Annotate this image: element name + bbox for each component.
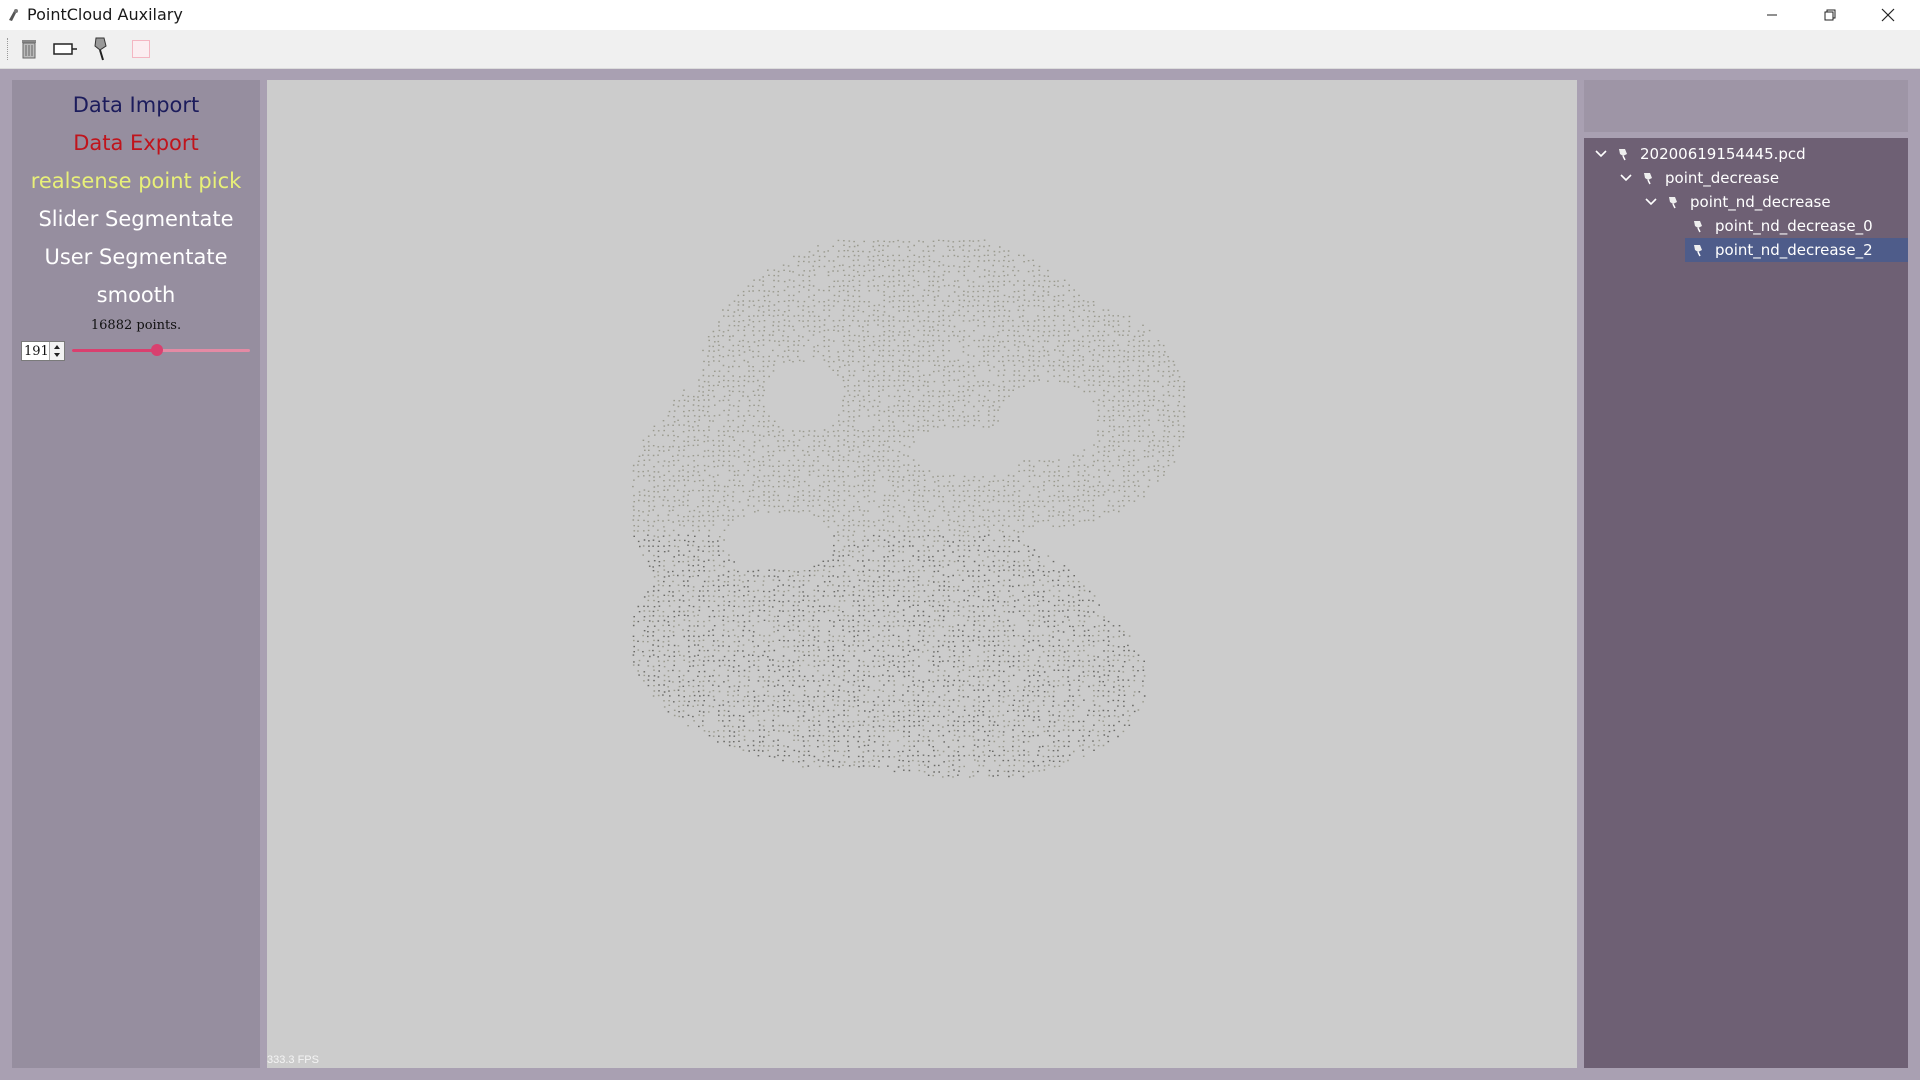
toolbar-grip[interactable]	[7, 38, 10, 60]
realsense-point-pick-button[interactable]: realsense point pick	[12, 169, 260, 193]
user-segmentate-button[interactable]: User Segmentate	[12, 245, 260, 269]
spin-up-down-icon	[54, 345, 60, 357]
points-count-label: 16882 points.	[90, 318, 182, 333]
select-box-button[interactable]	[52, 36, 78, 62]
trash-icon	[22, 40, 36, 59]
slider-segmentate-button[interactable]: Slider Segmentate	[12, 207, 260, 231]
tree-node[interactable]: point_nd_decrease	[1584, 190, 1908, 214]
minimize-icon	[1767, 14, 1777, 16]
right-panel-header	[1584, 80, 1908, 132]
close-icon	[1881, 8, 1895, 22]
restore-icon	[1824, 9, 1836, 21]
tree-node[interactable]: 20200619154445.pcd	[1584, 142, 1908, 166]
point-slider[interactable]	[72, 344, 250, 356]
tree-node[interactable]: point_decrease	[1584, 166, 1908, 190]
point-cloud-viewport[interactable]: 333.3 FPS	[267, 80, 1577, 1068]
point-cloud-node-icon	[1669, 197, 1677, 209]
point-cloud-points-light	[632, 239, 1186, 778]
slider-handle[interactable]	[151, 344, 164, 356]
spinbox-arrows[interactable]	[49, 342, 64, 360]
brush-icon	[94, 37, 107, 61]
spinbox-value: 191	[24, 344, 49, 359]
point-cloud-node-icon	[1619, 149, 1627, 161]
chevron-down-icon[interactable]	[1619, 171, 1633, 185]
point-cloud-node-icon	[1694, 221, 1702, 233]
color-swatch-icon	[132, 40, 150, 58]
smooth-button[interactable]: smooth	[12, 283, 260, 307]
window-title: PointCloud Auxilary	[27, 5, 183, 24]
tree-node-label: 20200619154445.pcd	[1640, 145, 1806, 163]
app-icon	[9, 9, 18, 21]
tree-node[interactable]: point_nd_decrease_2	[1685, 238, 1908, 262]
chevron-down-icon[interactable]	[1594, 147, 1608, 161]
fps-counter: 333.3 FPS	[267, 1054, 319, 1066]
point-cloud-node-icon	[1694, 245, 1702, 257]
tree-node-label: point_nd_decrease_0	[1715, 217, 1873, 235]
left-panel: Data Import Data Export realsense point …	[12, 80, 260, 1068]
chevron-down-icon[interactable]	[1644, 195, 1658, 209]
restore-button[interactable]	[1801, 0, 1859, 30]
tree-node-label: point_decrease	[1665, 169, 1780, 187]
point-cloud-render	[632, 239, 1186, 778]
rectangle-tool-icon	[53, 43, 77, 55]
color-button[interactable]	[128, 36, 154, 62]
point-count-spinbox[interactable]: 191	[21, 341, 65, 361]
close-button[interactable]	[1859, 0, 1917, 30]
tree-node[interactable]: point_nd_decrease_0	[1584, 214, 1908, 238]
data-export-button[interactable]: Data Export	[12, 131, 260, 155]
minimize-button[interactable]	[1743, 0, 1801, 30]
point-cloud-node-icon	[1644, 173, 1652, 185]
tree-node-label: point_nd_decrease_2	[1715, 241, 1873, 259]
delete-button[interactable]	[16, 36, 42, 62]
data-import-button[interactable]: Data Import	[12, 93, 260, 117]
brush-button[interactable]	[88, 36, 114, 62]
toolbar	[0, 30, 1920, 69]
slider-fill	[72, 349, 158, 352]
tree-node-label: point_nd_decrease	[1690, 193, 1831, 211]
title-bar: PointCloud Auxilary	[0, 0, 1920, 30]
scene-tree[interactable]: 20200619154445.pcd point_decrease point_nd…	[1584, 138, 1908, 1068]
